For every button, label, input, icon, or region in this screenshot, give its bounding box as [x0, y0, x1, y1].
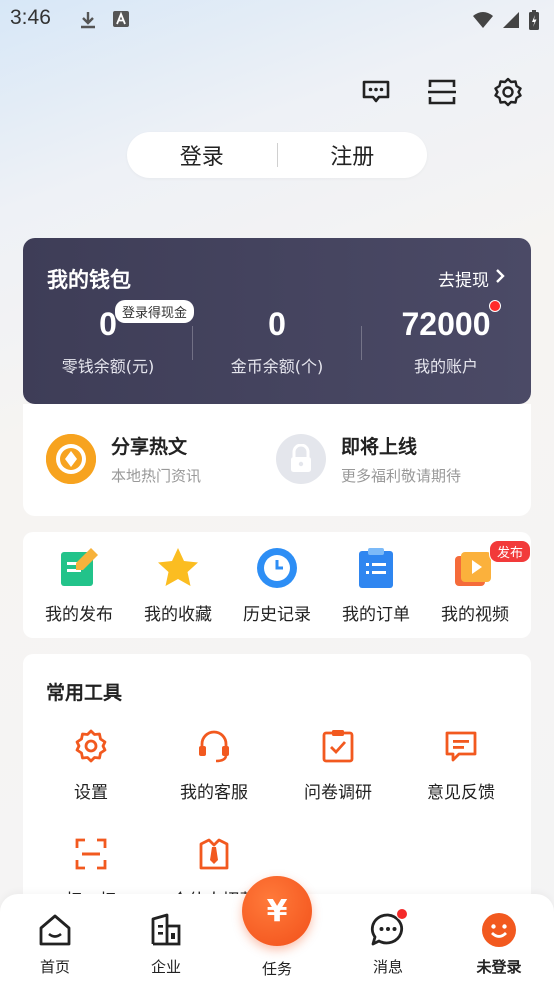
battery-charging-icon	[528, 9, 540, 35]
tool-label: 意见反馈	[427, 783, 495, 803]
my-favorites[interactable]: 我的收藏	[128, 546, 228, 625]
wifi-icon	[472, 11, 494, 33]
auth-pill: 登录 注册	[127, 132, 427, 178]
coming-soon[interactable]: 即将上线 更多福利敬请期待	[276, 432, 461, 486]
tool-survey[interactable]: 问卷调研	[278, 728, 398, 803]
wallet-item-coins[interactable]: 0 金币余额(个)	[192, 306, 362, 377]
tab-label: 未登录	[476, 958, 522, 976]
coin-icon	[46, 434, 96, 484]
tool-label: 问卷调研	[304, 783, 372, 803]
status-system-icons	[472, 9, 540, 35]
tab-me[interactable]: 未登录	[459, 912, 539, 977]
withdraw-label: 去提现	[438, 271, 489, 291]
wallet-coins-value: 0	[268, 306, 286, 342]
coming-soon-subtitle: 更多福利敬请期待	[341, 467, 462, 485]
quick-label: 我的视频	[441, 605, 509, 625]
lock-icon	[276, 434, 326, 484]
edit-doc-icon	[57, 546, 101, 590]
download-icon	[78, 10, 98, 34]
partner-icon	[196, 836, 232, 872]
status-bar: 3:46	[0, 0, 554, 40]
star-icon	[156, 546, 200, 590]
share-hot-articles[interactable]: 分享热文 本地热门资讯	[46, 432, 201, 486]
quick-access-card: 我的发布 我的收藏 历史记录 我的订单 我的视频 发布	[23, 532, 531, 638]
chat-bubble-icon	[370, 908, 408, 948]
wallet-account-value: 72000	[401, 306, 491, 342]
scan-frame-icon	[427, 78, 457, 110]
share-title: 分享热文	[111, 436, 188, 458]
clipboard-icon	[354, 546, 398, 590]
tab-label: 企业	[150, 958, 181, 976]
wallet-account-label: 我的账户	[413, 357, 478, 376]
headset-icon	[196, 728, 232, 764]
tab-label: 消息	[372, 958, 403, 976]
task-button[interactable]: ¥	[242, 876, 312, 946]
tool-customer-service[interactable]: 我的客服	[154, 728, 274, 803]
my-posts[interactable]: 我的发布	[29, 546, 129, 625]
tool-feedback[interactable]: 意见反馈	[401, 728, 521, 803]
signal-icon	[502, 11, 520, 33]
publish-badge: 发布	[488, 540, 531, 563]
cash-badge: 登录得现金	[115, 300, 195, 323]
customer-service-button[interactable]	[358, 76, 394, 112]
home-icon	[37, 912, 73, 948]
register-button[interactable]: 注册	[278, 139, 428, 171]
tab-messages[interactable]: 消息	[348, 908, 428, 977]
quick-label: 我的收藏	[144, 605, 212, 625]
tool-settings[interactable]: 设置	[31, 728, 151, 803]
tool-label: 设置	[74, 783, 108, 803]
quick-label: 我的发布	[45, 605, 113, 625]
tab-label: 首页	[39, 958, 70, 976]
survey-icon	[320, 728, 356, 764]
feedback-icon	[443, 728, 479, 764]
gear-icon	[493, 77, 523, 111]
status-time: 3:46	[10, 6, 51, 29]
smiley-icon	[481, 912, 517, 948]
scan-button[interactable]	[424, 76, 460, 112]
building-icon	[148, 912, 184, 948]
wallet-card: 我的钱包 去提现 0 零钱余额(元) 登录得现金 0 金币余额(个) 72000…	[23, 238, 531, 404]
share-card: 分享热文 本地热门资讯 即将上线 更多福利敬请期待	[23, 404, 531, 516]
wallet-item-account[interactable]: 72000 我的账户	[361, 306, 531, 377]
scan-icon	[73, 836, 109, 872]
withdraw-link[interactable]: 去提现	[438, 266, 505, 291]
wallet-change-label: 零钱余额(元)	[61, 357, 155, 376]
top-actions	[358, 76, 526, 112]
quick-label: 历史记录	[243, 605, 311, 625]
notification-dot	[489, 300, 501, 312]
settings-button[interactable]	[490, 76, 526, 112]
wallet-coins-label: 金币余额(个)	[230, 357, 324, 376]
history[interactable]: 历史记录	[227, 546, 327, 625]
share-subtitle: 本地热门资讯	[111, 467, 202, 485]
chevron-right-icon	[495, 268, 505, 289]
coming-soon-title: 即将上线	[341, 436, 418, 458]
my-orders[interactable]: 我的订单	[326, 546, 426, 625]
tab-home[interactable]: 首页	[15, 912, 95, 977]
message-badge-dot	[396, 908, 408, 920]
tools-title: 常用工具	[46, 682, 123, 704]
tool-label: 我的客服	[180, 783, 248, 803]
gear-icon	[73, 728, 109, 764]
task-label: 任务	[261, 960, 292, 978]
tab-enterprise[interactable]: 企业	[126, 912, 206, 977]
clock-icon	[255, 546, 299, 590]
status-notification-icons	[78, 10, 130, 34]
login-button[interactable]: 登录	[127, 139, 277, 171]
message-dots-icon	[361, 78, 391, 110]
quick-label: 我的订单	[342, 605, 410, 625]
wallet-title: 我的钱包	[47, 268, 131, 292]
font-a-icon	[112, 10, 130, 34]
